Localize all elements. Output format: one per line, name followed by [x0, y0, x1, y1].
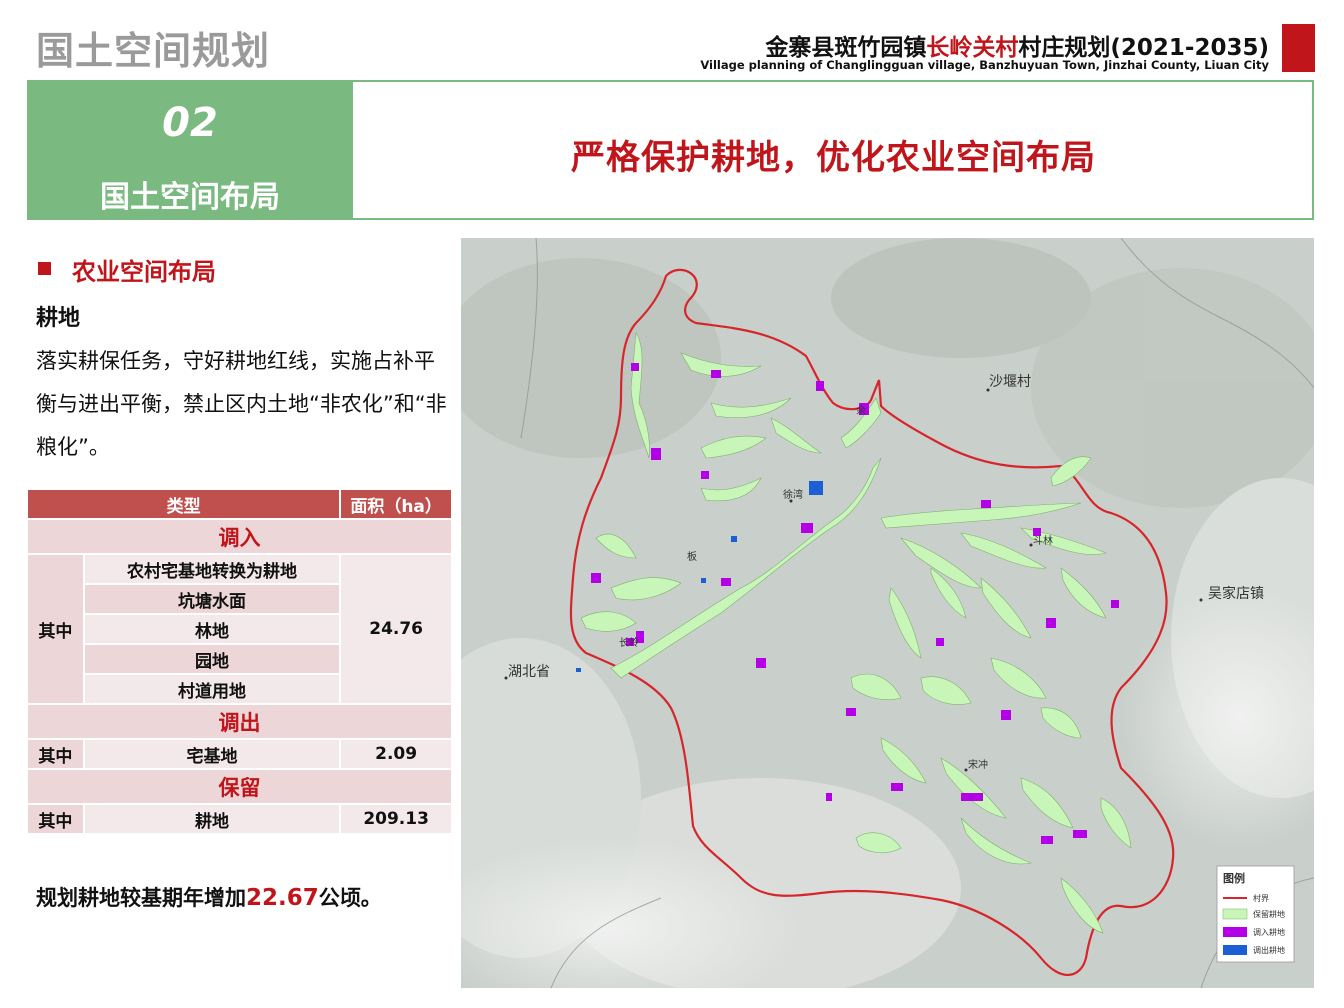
land-use-map: 沙堰村 斗林 徐湾 板 长岭 吴家店镇 湖北省 宋冲 余 图例 村界 保留耕地 … [461, 238, 1314, 988]
place-label: 湖北省 [508, 664, 550, 680]
place-label: 余 [856, 404, 866, 417]
table-cell: 园地 [82, 643, 342, 675]
group-keep: 保留 [26, 768, 453, 805]
out-value: 2.09 [339, 738, 453, 770]
table-cell: 宅基地 [82, 738, 342, 770]
among-label: 其中 [26, 738, 85, 770]
legend-label: 调入耕地 [1253, 927, 1285, 937]
in-value: 24.76 [339, 553, 453, 705]
paragraph: 落实耕保任务，守好耕地红线，实施占补平衡与进出平衡，禁止区内土地“非农化”和“非… [36, 349, 447, 459]
legend-swatch-added [1223, 927, 1247, 937]
summary: 规划耕地较基期年增加22.67公顷。 [36, 882, 382, 912]
headline: 严格保护耕地，优化农业空间布局 [571, 138, 1096, 178]
legend: 图例 村界 保留耕地 调入耕地 调出耕地 [1216, 865, 1295, 963]
legend-label: 调出耕地 [1253, 945, 1285, 955]
legend-title: 图例 [1223, 871, 1245, 885]
legend-label: 村界 [1253, 893, 1269, 903]
table-cell: 耕地 [82, 803, 342, 835]
section-name: 国土空间布局 [100, 180, 280, 215]
place-label: 宋冲 [968, 758, 988, 771]
brand-title: 国土空间规划 [36, 29, 271, 73]
table-cell: 林地 [82, 613, 342, 645]
corner-accent [1282, 24, 1315, 72]
summary-suffix: 公顷。 [318, 886, 382, 910]
header-type: 类型 [25, 488, 342, 520]
group-in: 调入 [26, 518, 453, 555]
project-title: 金寨县斑竹园镇长岭关村村庄规划(2021-2035) [765, 28, 1269, 62]
table-cell: 农村宅基地转换为耕地 [82, 553, 342, 585]
place-label: 长岭 [619, 636, 639, 649]
sub-heading: 农业空间布局 [72, 258, 216, 286]
place-label: 沙堰村 [989, 374, 1031, 390]
legend-swatch-removed [1223, 945, 1247, 955]
place-label: 徐湾 [783, 488, 803, 501]
legend-swatch-retained [1222, 908, 1248, 920]
table-header-row: 类型 面积（ha） [25, 488, 453, 520]
place-label: 吴家店镇 [1208, 585, 1264, 602]
among-label: 其中 [26, 803, 85, 835]
table-cell: 坑塘水面 [82, 583, 342, 615]
among-label: 其中 [26, 553, 85, 705]
place-label: 斗林 [1033, 534, 1053, 547]
legend-label: 保留耕地 [1253, 909, 1285, 919]
summary-prefix: 规划耕地较基期年增加 [36, 886, 246, 910]
table-cell: 村道用地 [82, 673, 342, 705]
place-label: 板 [687, 550, 697, 563]
header-area: 面积（ha） [339, 488, 453, 520]
item-heading: 耕地 [36, 306, 81, 331]
group-out: 调出 [26, 703, 453, 740]
project-subtitle: Village planning of Changlingguan villag… [700, 58, 1269, 72]
bullet-square-icon [38, 262, 51, 275]
land-table: 类型 面积（ha） 调入 其中 农村宅基地转换为耕地 24.76 坑塘水面 林地… [25, 488, 453, 835]
keep-value: 209.13 [339, 803, 453, 835]
section-number: 02 [162, 100, 218, 146]
summary-value: 22.67 [246, 885, 319, 911]
